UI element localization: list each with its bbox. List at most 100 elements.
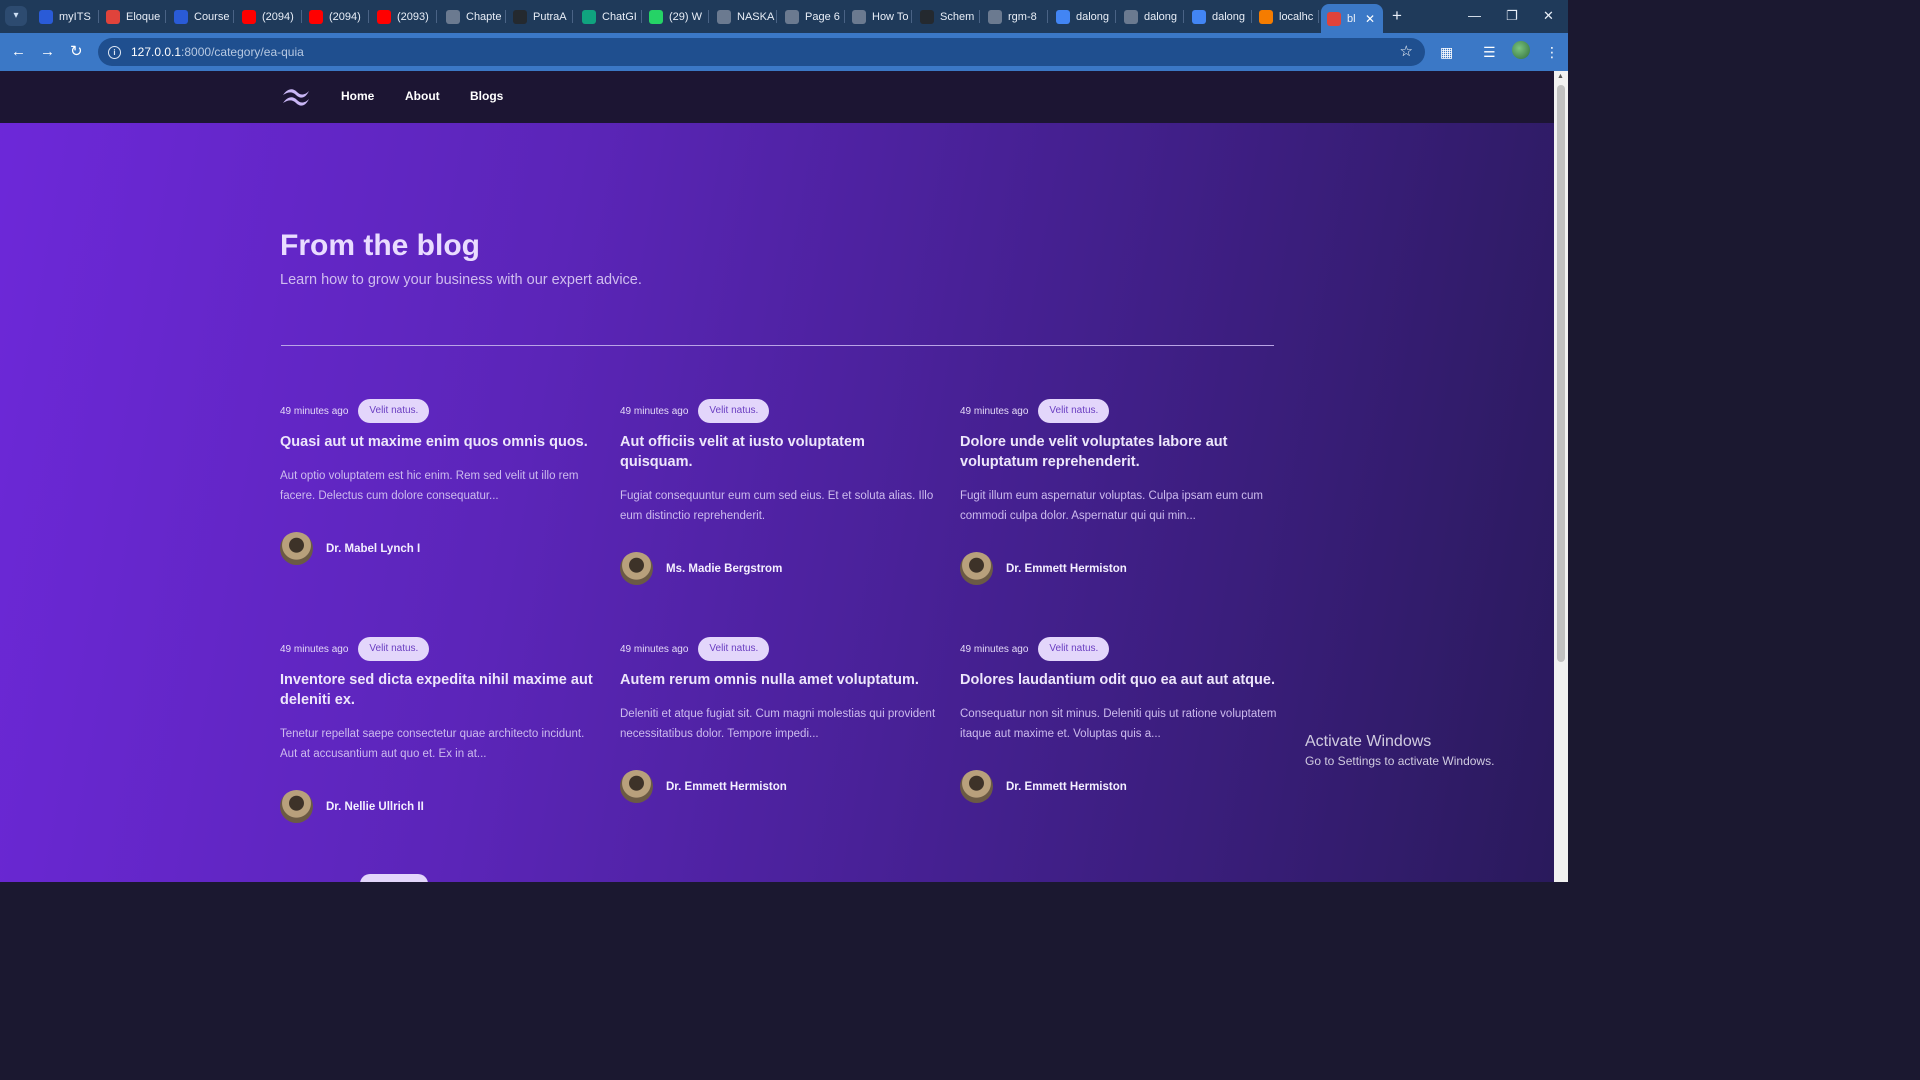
browser-tab[interactable]: dalong <box>1050 5 1116 28</box>
blog-post-card: 49 minutes ago Velit natus. Autem rerum om… <box>620 637 940 803</box>
tab-label: Schem <box>940 10 975 23</box>
tab-separator <box>1183 10 1184 23</box>
category-badge[interactable]: Velit natus. <box>358 399 430 423</box>
page-scrollbar[interactable]: ▲ <box>1554 71 1568 882</box>
post-author: Dr. Nellie Ullrich II <box>280 790 600 823</box>
tab-separator <box>165 10 166 23</box>
post-excerpt: Deleniti et atque fugiat sit. Cum magni … <box>620 708 936 740</box>
category-badge[interactable]: Velit natus. <box>358 637 430 661</box>
category-badge[interactable]: Velit natus. <box>1038 637 1110 661</box>
tab-label: localhc <box>1279 10 1314 23</box>
browser-tab[interactable]: dalong <box>1118 5 1184 28</box>
browser-tab[interactable]: bl ✕ <box>1321 4 1383 33</box>
category-badge[interactable]: Velit natus. <box>698 637 770 661</box>
tab-separator <box>436 10 437 23</box>
nav-home-link[interactable]: Home <box>341 89 374 103</box>
post-date: 49 minutes ago <box>960 643 1029 655</box>
post-date: 49 minutes ago <box>620 643 689 655</box>
tab-separator <box>1115 10 1116 23</box>
browser-tab[interactable]: Eloque <box>100 5 166 28</box>
post-title-link[interactable]: Aut officiis velit at iusto voluptatem q… <box>620 432 940 472</box>
tab-label: dalong <box>1076 10 1110 23</box>
site-info-icon[interactable]: i <box>108 45 121 59</box>
tab-separator <box>1047 10 1048 23</box>
category-badge[interactable]: Velit natus. <box>698 399 770 423</box>
author-name: Dr. Emmett Hermiston <box>1006 780 1127 793</box>
watermark-subtitle: Go to Settings to activate Windows. <box>1305 754 1495 768</box>
post-title-link[interactable]: Autem rerum omnis nulla amet voluptatum. <box>620 670 940 690</box>
post-title-link[interactable]: Quasi aut ut maxime enim quos omnis quos… <box>280 432 600 452</box>
browser-tab[interactable]: dalong <box>1186 5 1252 28</box>
tab-separator <box>1318 10 1319 23</box>
minimize-button[interactable]: — <box>1468 5 1481 27</box>
profile-avatar[interactable] <box>1512 41 1530 59</box>
page-title: From the blog <box>280 229 480 262</box>
browser-tab[interactable]: (2094) <box>236 5 302 28</box>
browser-tab[interactable]: NASKA <box>711 5 777 28</box>
tab-search-button[interactable]: ▾ <box>5 6 27 26</box>
author-avatar <box>620 770 653 803</box>
author-avatar <box>280 790 313 823</box>
author-avatar <box>960 552 993 585</box>
reload-button[interactable]: ↻ <box>70 42 83 62</box>
post-date: 49 minutes ago <box>960 405 1029 417</box>
new-tab-button[interactable]: + <box>1392 6 1402 26</box>
nav-blogs-link[interactable]: Blogs <box>470 89 503 103</box>
whatsapp-icon <box>649 9 663 24</box>
blog-post-card: 49 minutes ago Velit natus. Aut officiis v… <box>620 399 940 585</box>
youtube-icon <box>309 9 323 24</box>
media-control-icon[interactable]: ☰ <box>1483 42 1496 62</box>
tab-separator <box>641 10 642 23</box>
category-badge[interactable]: Velit natus. <box>1038 399 1110 423</box>
browser-tab[interactable]: rgm-8 <box>982 5 1048 28</box>
browser-tab[interactable]: (2094) <box>303 5 369 28</box>
browser-tab[interactable]: Chapte <box>440 5 506 28</box>
laravel-icon <box>1327 11 1341 26</box>
close-tab-icon[interactable]: ✕ <box>1365 12 1375 26</box>
post-title-link[interactable]: Inventore sed dicta expedita nihil maxim… <box>280 670 600 710</box>
tab-separator <box>368 10 369 23</box>
browser-tab[interactable]: Page 6 <box>779 5 845 28</box>
post-title-link[interactable]: Dolores laudantium odit quo ea aut aut a… <box>960 670 1280 690</box>
google-icon <box>1192 9 1206 24</box>
post-meta: 49 minutes ago Velit natus. <box>960 399 1280 423</box>
extensions-icon[interactable]: ▦ <box>1440 42 1453 62</box>
browser-tab[interactable]: ChatGI <box>576 5 642 28</box>
close-window-button[interactable]: ✕ <box>1543 5 1554 27</box>
bookmark-star-icon[interactable]: ☆ <box>1400 42 1413 60</box>
post-excerpt: Fugiat consequuntur eum cum sed eius. Et… <box>620 490 934 522</box>
forward-button[interactable]: → <box>40 42 55 62</box>
browser-tab[interactable]: (29) W <box>643 5 709 28</box>
tab-label: NASKA <box>737 10 775 23</box>
browser-tab[interactable]: myITS <box>33 5 99 28</box>
scroll-thumb[interactable] <box>1557 85 1565 662</box>
tab-separator <box>301 10 302 23</box>
restore-button[interactable]: ❐ <box>1506 5 1518 27</box>
post-title-link[interactable]: Dolore unde velit voluptates labore aut … <box>960 432 1280 472</box>
tab-separator <box>708 10 709 23</box>
browser-tab[interactable]: localhc <box>1253 5 1319 28</box>
author-name: Dr. Emmett Hermiston <box>1006 562 1127 575</box>
browser-tab[interactable]: Schem <box>914 5 980 28</box>
category-badge-partial[interactable] <box>360 874 428 882</box>
browser-tab[interactable]: Course <box>168 5 234 28</box>
back-button[interactable]: ← <box>11 42 26 62</box>
tab-separator <box>505 10 506 23</box>
tab-label: ChatGI <box>602 10 637 23</box>
address-bar[interactable]: i 127.0.0.1:8000/category/ea-quia ☆ <box>98 38 1425 66</box>
scroll-up-arrow-icon[interactable]: ▲ <box>1557 73 1564 80</box>
github-icon <box>920 9 934 24</box>
browser-tab[interactable]: PutraA <box>507 5 573 28</box>
google-icon <box>1056 9 1070 24</box>
tailwind-logo-icon[interactable] <box>281 87 311 107</box>
tab-label: (2094) <box>262 10 294 23</box>
post-date: 49 minutes ago <box>620 405 689 417</box>
nav-about-link[interactable]: About <box>405 89 440 103</box>
page-subtitle: Learn how to grow your business with our… <box>280 272 642 288</box>
browser-tab[interactable]: How To <box>846 5 912 28</box>
post-meta: 49 minutes ago Velit natus. <box>960 637 1280 661</box>
browser-tab[interactable]: (2093) <box>371 5 437 28</box>
browser-menu-icon[interactable]: ⋮ <box>1545 42 1559 62</box>
url-text[interactable]: 127.0.0.1:8000/category/ea-quia <box>131 45 304 59</box>
post-date: 49 minutes ago <box>280 405 349 417</box>
